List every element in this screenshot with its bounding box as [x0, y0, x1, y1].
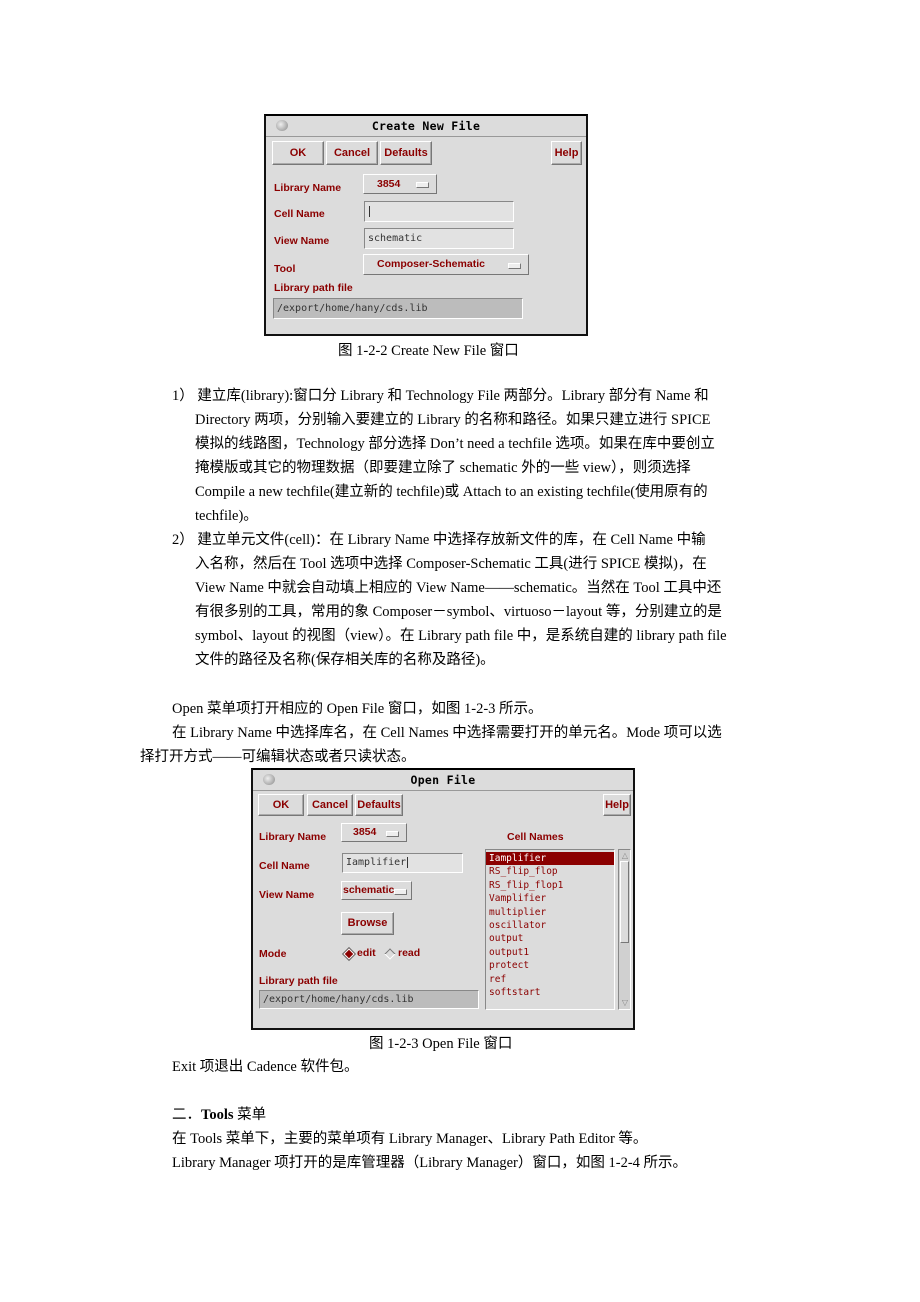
cell-name-label: Cell Name [274, 208, 325, 220]
tool-label: Tool [274, 263, 296, 275]
figure-caption-1-2-2: 图 1-2-2 Create New File 窗口 [338, 343, 519, 359]
open-intro-text: Open 菜单项打开相应的 Open File 窗口，如图 1-2-3 所示。 [172, 701, 543, 717]
scroll-down-icon[interactable]: ▽ [620, 998, 630, 1008]
scroll-up-icon[interactable]: △ [620, 851, 630, 861]
cell-list-item[interactable]: RS_flip_flop [486, 865, 614, 878]
view-name-cycle[interactable]: schematic [341, 881, 412, 900]
cell-name-label: Cell Name [259, 860, 310, 872]
help-button[interactable]: Help [603, 794, 631, 816]
help-button[interactable]: Help [551, 141, 582, 165]
ok-button[interactable]: OK [258, 794, 304, 816]
cell-list-item[interactable]: Iamplifier [486, 852, 614, 866]
create-new-file-dialog: Create New File OK Cancel Defaults Help … [264, 114, 588, 336]
text-line: 2） 建立单元文件(cell)：在 Library Name 中选择存放新文件的… [172, 532, 706, 548]
tool-cycle[interactable]: Composer-Schematic [363, 254, 529, 275]
library-path-label: Library path file [274, 282, 353, 294]
text-line: symbol、layout 的视图（view）。在 Library path f… [195, 628, 727, 644]
text-line: Directory 两项，分别输入要建立的 Library 的名称和路径。如果只… [195, 412, 711, 428]
defaults-button[interactable]: Defaults [380, 141, 432, 165]
cycle-indicator-icon [386, 830, 399, 837]
cell-names-list[interactable]: Iamplifier RS_flip_flop RS_flip_flop1 Vampl… [485, 849, 615, 1010]
item-2-paragraph: 2） 建立单元文件(cell)：在 Library Name 中选择存放新文件的… [172, 528, 727, 672]
mode-label: Mode [259, 948, 287, 960]
text-line: View Name 中就会自动填上相应的 View Name——schemati… [195, 580, 722, 596]
cell-list-item[interactable]: softstart [486, 986, 614, 999]
section-heading-tools: 二．Tools 菜单 [172, 1107, 267, 1123]
cell-list-item[interactable]: oscillator [486, 919, 614, 932]
cell-list-item[interactable]: Vamplifier [486, 892, 614, 905]
view-name-input[interactable]: schematic [364, 228, 514, 249]
cell-list-item[interactable]: multiplier [486, 906, 614, 919]
cell-name-input[interactable] [364, 201, 514, 222]
library-name-value: 3854 [377, 178, 401, 190]
library-path-label: Library path file [259, 975, 338, 987]
scrollbar-thumb[interactable] [620, 861, 629, 943]
dialog-title: Open File [410, 773, 476, 787]
cell-list-item[interactable]: ref [486, 973, 614, 986]
open-desc-line-2: 择打开方式——可编辑状态或者只读状态。 [140, 749, 416, 765]
view-name-label: View Name [274, 235, 330, 247]
item-1-paragraph: 1） 建立库(library):窗口分 Library 和 Technology… [172, 384, 715, 528]
dialog-title: Create New File [371, 119, 481, 133]
view-name-label: View Name [259, 889, 315, 901]
mode-read-label[interactable]: read [398, 947, 420, 959]
library-name-cycle[interactable]: 3854 [341, 823, 407, 842]
cell-name-input[interactable]: Iamplifier [342, 853, 463, 873]
exit-text: Exit 项退出 Cadence 软件包。 [172, 1059, 359, 1075]
defaults-button[interactable]: Defaults [355, 794, 403, 816]
text-line: 掩模版或其它的物理数据（即要建立除了 schematic 外的一些 view），… [195, 460, 691, 476]
cancel-button[interactable]: Cancel [326, 141, 378, 165]
window-menu-icon[interactable] [263, 774, 275, 785]
text-line: 有很多别的工具，常用的象 Composer－symbol、virtuoso－la… [195, 604, 722, 620]
mode-read-radio[interactable] [384, 948, 396, 960]
library-name-label: Library Name [259, 831, 327, 843]
figure-caption-1-2-3: 图 1-2-3 Open File 窗口 [369, 1036, 513, 1052]
cell-names-label: Cell Names [507, 831, 564, 843]
library-path-input[interactable]: /export/home/hany/cds.lib [273, 298, 523, 319]
library-name-value: 3854 [353, 826, 377, 838]
cycle-indicator-icon [416, 182, 429, 188]
browse-button[interactable]: Browse [341, 912, 394, 935]
cycle-indicator-icon [508, 262, 521, 269]
cycle-indicator-icon [394, 888, 407, 895]
tools-desc-text: 在 Tools 菜单下，主要的菜单项有 Library Manager、Libr… [172, 1131, 648, 1147]
mode-edit-radio[interactable] [343, 948, 355, 960]
cell-names-scrollbar[interactable]: △ ▽ [618, 849, 631, 1010]
text-line: 文件的路径及名称(保存相关库的名称及路径)。 [195, 652, 495, 668]
library-manager-desc-text: Library Manager 项打开的是库管理器（Library Manage… [172, 1155, 688, 1171]
view-name-value: schematic [343, 884, 395, 896]
text-line: techfile)。 [195, 508, 258, 524]
open-desc-line-1: 在 Library Name 中选择库名，在 Cell Names 中选择需要打… [172, 725, 722, 741]
ok-button[interactable]: OK [272, 141, 324, 165]
library-name-label: Library Name [274, 182, 342, 194]
text-cursor [369, 205, 370, 217]
dialog-titlebar: Open File [253, 770, 633, 791]
cell-list-item[interactable]: output1 [486, 946, 614, 959]
tool-value: Composer-Schematic [377, 258, 485, 270]
text-line: 入名称，然后在 Tool 选项中选择 Composer-Schematic 工具… [195, 556, 707, 572]
library-name-cycle[interactable]: 3854 [363, 174, 437, 194]
library-path-input[interactable]: /export/home/hany/cds.lib [259, 990, 479, 1009]
text-line: 模拟的线路图，Technology 部分选择 Don’t need a tech… [195, 436, 715, 452]
text-line: Compile a new techfile(建立新的 techfile)或 A… [195, 484, 708, 500]
mode-edit-label[interactable]: edit [357, 947, 376, 959]
cancel-button[interactable]: Cancel [307, 794, 353, 816]
cell-list-item[interactable]: output [486, 932, 614, 945]
dialog-titlebar: Create New File [266, 116, 586, 137]
cell-list-item[interactable]: protect [486, 959, 614, 972]
window-menu-icon[interactable] [276, 120, 288, 131]
cell-list-item[interactable]: RS_flip_flop1 [486, 879, 614, 892]
open-file-dialog: Open File OK Cancel Defaults Help Librar… [251, 768, 635, 1030]
text-cursor [407, 856, 409, 868]
text-line: 1） 建立库(library):窗口分 Library 和 Technology… [172, 388, 709, 404]
